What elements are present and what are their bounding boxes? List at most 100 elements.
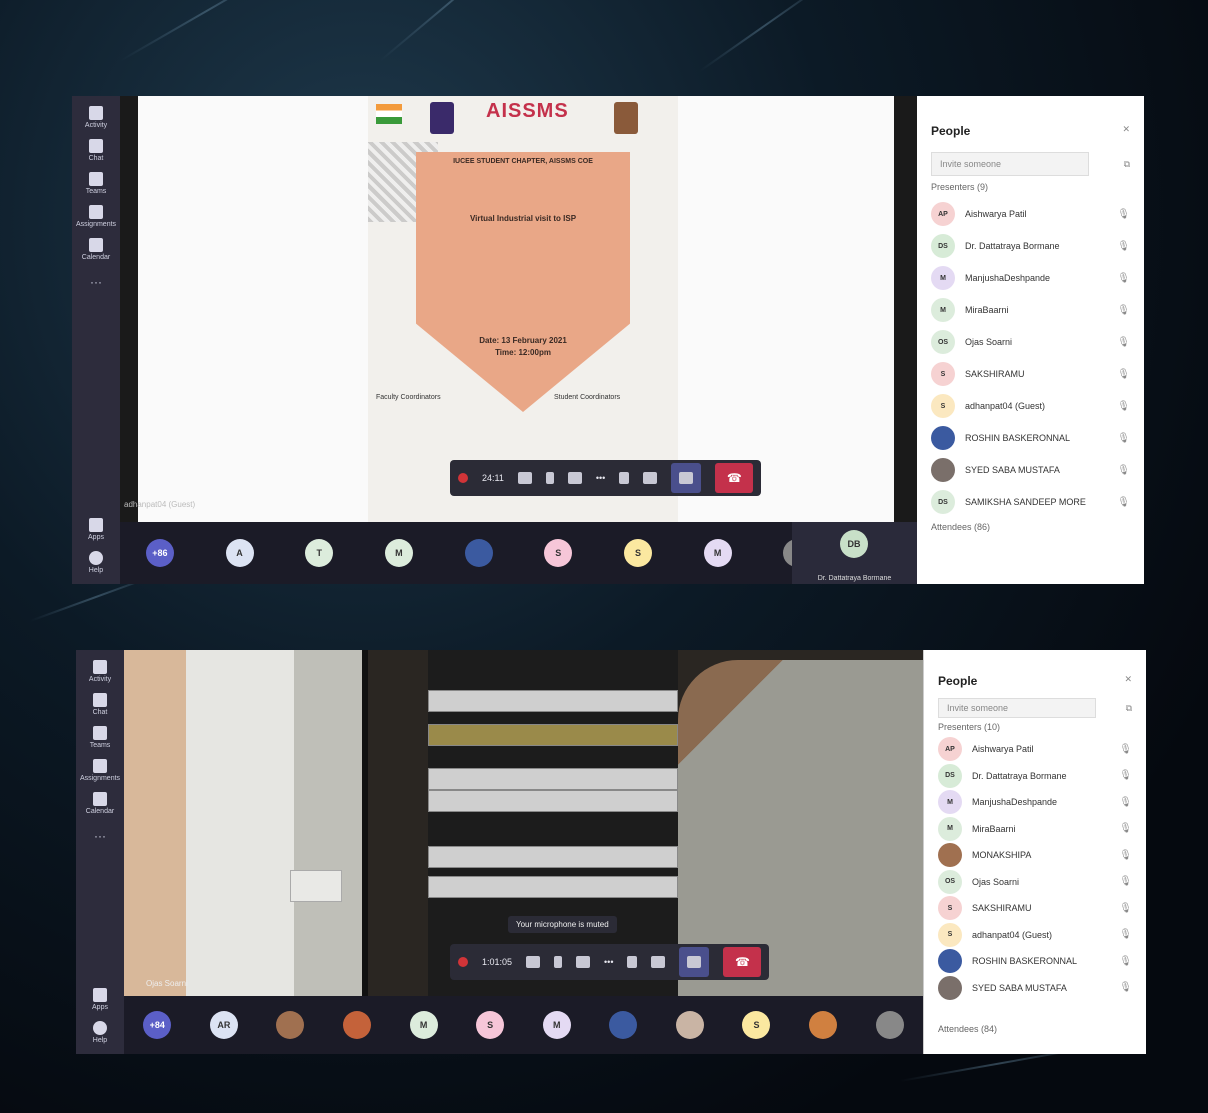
participant-row[interactable]: Sadhanpat04 (Guest) 🎙︎	[931, 390, 1130, 422]
participant-row[interactable]: M MiraBaarni 🎙︎	[938, 816, 1132, 843]
close-icon[interactable]: ✕	[1124, 674, 1132, 688]
rail-teams[interactable]: Teams	[72, 172, 120, 195]
camera-icon[interactable]	[517, 472, 532, 484]
share-invite-icon[interactable]: ⧉	[1124, 159, 1130, 170]
participant-row[interactable]: S SAKSHIRAMU 🎙︎	[931, 358, 1130, 390]
participant-name: Aishwarya Patil	[965, 209, 1027, 219]
participant-row[interactable]: MONAKSHIPA 🎙︎	[938, 842, 1132, 869]
rail-assignments[interactable]: Assignments	[76, 759, 124, 782]
rail-help[interactable]: Help	[76, 1021, 124, 1044]
poster-line1: IUCEE STUDENT CHAPTER, AISSMS COE	[453, 158, 593, 165]
participant-avatar[interactable]: M	[409, 1011, 438, 1039]
participant-row[interactable]: AP Aishwarya Patil 🎙︎	[938, 736, 1132, 763]
chat-bubble-icon[interactable]	[651, 956, 666, 968]
participant-avatar[interactable]: M	[542, 1011, 571, 1039]
participants-button[interactable]	[679, 947, 710, 977]
participant-row[interactable]: SYED SABA MUSTAFA 🎙︎	[931, 454, 1130, 486]
participant-row[interactable]: ROSHIN BASKERONNAL 🎙︎	[938, 948, 1132, 975]
participant-avatar[interactable]: T	[305, 539, 334, 567]
more-actions-icon[interactable]: •••	[604, 957, 613, 967]
participant-avatar[interactable]: S	[544, 539, 573, 567]
camera-icon[interactable]	[526, 956, 541, 968]
participant-row[interactable]: OS Ojas Soarni 🎙︎	[931, 326, 1130, 358]
overflow-count[interactable]: +84	[143, 1011, 172, 1039]
participant-avatar[interactable]	[276, 1011, 305, 1039]
participant-avatar[interactable]: M	[384, 539, 413, 567]
invite-input[interactable]: Invite someone	[931, 152, 1089, 176]
participant-row[interactable]: ROSHIN BASKERONNAL 🎙︎	[931, 422, 1130, 454]
close-icon[interactable]: ✕	[1122, 124, 1130, 138]
faculty-coordinators-heading: Faculty Coordinators	[376, 394, 441, 401]
participant-name: Ojas Soarni	[972, 876, 1020, 887]
participant-row[interactable]: SYED SABA MUSTAFA 🎙︎	[938, 975, 1132, 1002]
participant-name: Ojas Soarni	[965, 337, 1013, 347]
avatar: S	[931, 362, 955, 386]
participant-avatar[interactable]: S	[476, 1011, 505, 1039]
participant-avatar[interactable]	[464, 539, 493, 567]
chat-bubble-icon[interactable]	[643, 472, 658, 484]
participant-name: ManjushaDeshpande	[972, 797, 1058, 808]
share-screen-icon[interactable]	[567, 472, 582, 484]
mic-off-icon: 🎙︎	[1119, 823, 1132, 835]
rail-assignments[interactable]: Assignments	[72, 205, 120, 228]
microphone-icon[interactable]	[554, 956, 563, 968]
rail-activity[interactable]: Activity	[72, 106, 120, 129]
participant-row[interactable]: OS Ojas Soarni 🎙︎	[938, 869, 1132, 896]
teams-screenshot-1: Activity Chat Teams Assignments Calendar…	[72, 96, 1144, 584]
avatar: S	[938, 896, 962, 921]
leave-call-button[interactable]: ☎	[715, 463, 754, 493]
recording-icon	[458, 957, 468, 967]
participant-avatar[interactable]	[609, 1011, 638, 1039]
more-icon[interactable]: ···	[72, 275, 120, 289]
participants-button[interactable]	[671, 463, 702, 493]
participant-avatar[interactable]: S	[742, 1011, 771, 1039]
rail-calendar[interactable]: Calendar	[72, 238, 120, 261]
participant-name: Dr. Dattatraya Bormane	[965, 241, 1060, 251]
more-actions-icon[interactable]: •••	[596, 473, 605, 483]
participant-row[interactable]: DS SAMIKSHA SANDEEP MORE 🎙︎	[931, 486, 1130, 518]
share-screen-icon[interactable]	[576, 956, 591, 968]
presenters-header[interactable]: Presenters (10)	[938, 722, 1132, 732]
participant-name: MiraBaarni	[965, 305, 1009, 315]
rail-teams[interactable]: Teams	[76, 726, 124, 749]
mic-off-icon: 🎙︎	[1119, 929, 1132, 941]
rail-calendar[interactable]: Calendar	[76, 792, 124, 815]
overflow-count[interactable]: +86	[145, 539, 174, 567]
participant-row[interactable]: AP Aishwarya Patil 🎙︎	[931, 198, 1130, 230]
participant-avatar[interactable]: S	[623, 539, 652, 567]
participant-avatar[interactable]	[343, 1011, 372, 1039]
participant-avatar[interactable]	[675, 1011, 704, 1039]
participant-row[interactable]: M ManjushaDeshpande 🎙︎	[938, 789, 1132, 816]
participant-row[interactable]: DS Dr. Dattatraya Bormane 🎙︎	[938, 763, 1132, 790]
participant-name: MiraBaarni	[972, 823, 1016, 834]
share-invite-icon[interactable]: ⧉	[1126, 703, 1132, 714]
participant-avatar[interactable]: AR	[209, 1011, 238, 1039]
participant-row[interactable]: S SAKSHIRAMU 🎙︎	[938, 895, 1132, 922]
rail-apps[interactable]: Apps	[76, 988, 124, 1011]
microphone-icon[interactable]	[545, 472, 554, 484]
participant-avatar[interactable]	[875, 1011, 904, 1039]
avatar	[931, 458, 955, 482]
participant-row[interactable]: DS Dr. Dattatraya Bormane 🎙︎	[931, 230, 1130, 262]
rail-activity[interactable]: Activity	[76, 660, 124, 683]
raise-hand-icon[interactable]	[619, 472, 630, 484]
participant-avatar[interactable]: A	[225, 539, 254, 567]
attendees-header[interactable]: Attendees (86)	[931, 522, 990, 532]
more-icon[interactable]: ···	[76, 829, 124, 843]
raise-hand-icon[interactable]	[627, 956, 638, 968]
invite-input[interactable]: Invite someone	[938, 698, 1096, 718]
participant-avatar[interactable]: M	[703, 539, 732, 567]
participant-row[interactable]: M MiraBaarni 🎙︎	[931, 294, 1130, 326]
mic-off-icon: 🎙︎	[1119, 902, 1132, 914]
app-rail: Activity Chat Teams Assignments Calendar…	[72, 96, 120, 584]
participant-row[interactable]: M ManjushaDeshpande 🎙︎	[931, 262, 1130, 294]
attendees-header[interactable]: Attendees (84)	[938, 1024, 997, 1034]
rail-help[interactable]: Help	[72, 551, 120, 574]
leave-call-button[interactable]: ☎	[723, 947, 762, 977]
participant-row[interactable]: Sadhanpat04 (Guest) 🎙︎	[938, 922, 1132, 949]
rail-apps[interactable]: Apps	[72, 518, 120, 541]
rail-chat[interactable]: Chat	[72, 139, 120, 162]
rail-chat[interactable]: Chat	[76, 693, 124, 716]
presenters-header[interactable]: Presenters (9)	[931, 182, 1130, 192]
participant-avatar[interactable]	[809, 1011, 838, 1039]
